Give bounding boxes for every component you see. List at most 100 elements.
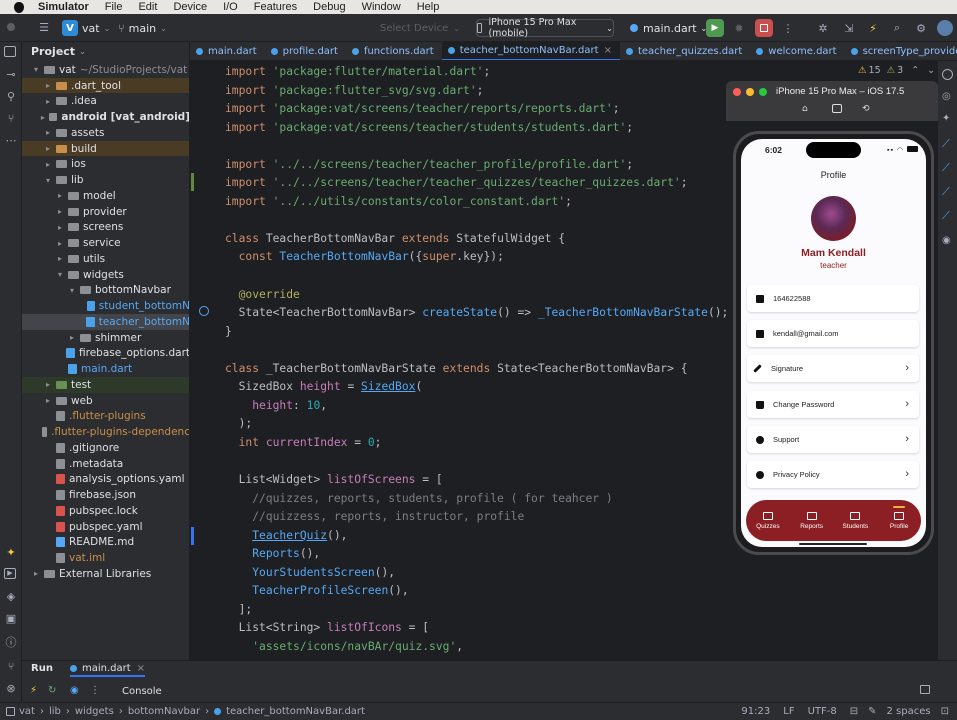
more-tools-icon[interactable]: ⋯ xyxy=(4,134,18,148)
attach-icon[interactable]: ⇲ xyxy=(842,20,856,36)
signature-item[interactable]: Signature › xyxy=(747,355,919,382)
breadcrumb-lib[interactable]: lib xyxy=(49,706,61,717)
tree-item[interactable]: ▸ android [vat_android] xyxy=(22,109,189,125)
chevron-right-icon[interactable]: ▸ xyxy=(46,81,56,90)
tree-item[interactable]: main.dart xyxy=(22,361,189,377)
project-badge[interactable]: V xyxy=(62,20,78,36)
editor-tab[interactable]: screenType_provider.c xyxy=(845,42,957,60)
chevron-right-icon[interactable]: ▸ xyxy=(46,160,56,169)
editor-tab[interactable]: profile.dart xyxy=(265,42,346,60)
devtools-icon[interactable]: ◉ xyxy=(70,685,79,696)
editor-tab[interactable]: main.dart xyxy=(190,42,265,60)
more-icon[interactable]: ⋮ xyxy=(90,685,100,696)
rotate-icon[interactable]: ⟲ xyxy=(862,104,870,114)
ai-assistant-icon[interactable]: ✦ xyxy=(942,113,950,124)
close-icon[interactable]: × xyxy=(137,663,145,674)
database-icon[interactable]: ◎ xyxy=(942,91,951,102)
close-window-button[interactable] xyxy=(733,88,741,96)
flutter-deeplinks-icon[interactable]: ⟋ xyxy=(942,209,950,223)
chevron-right-icon[interactable]: ▸ xyxy=(46,144,56,153)
lock-icon[interactable]: ⊡ xyxy=(941,706,949,717)
run-config-selector[interactable]: main.dart ⌄ xyxy=(630,20,707,36)
chevron-right-icon[interactable]: ▸ xyxy=(58,191,68,200)
line-separator[interactable]: LF xyxy=(783,706,794,717)
chevron-right-icon[interactable]: ▸ xyxy=(46,128,56,137)
tree-item[interactable]: ▾ vat ~/StudioProjects/vat xyxy=(22,62,189,78)
chevron-right-icon[interactable]: ▸ xyxy=(46,380,56,389)
gear-icon[interactable]: ⚙ xyxy=(914,20,928,36)
git-icon[interactable]: ⊗ xyxy=(4,682,18,696)
support-item[interactable]: Support › xyxy=(747,426,919,453)
menu-features[interactable]: Features xyxy=(254,1,297,13)
services-icon[interactable]: ◈ xyxy=(4,590,18,604)
tree-item[interactable]: firebase_options.dart xyxy=(22,346,189,362)
tree-item[interactable]: ▸ assets xyxy=(22,125,189,141)
editor-tab[interactable]: teacher_quizzes.dart xyxy=(620,42,750,60)
chevron-up-icon[interactable]: ⌃ xyxy=(911,65,919,76)
tree-item[interactable]: .flutter-plugins xyxy=(22,409,189,425)
chevron-right-icon[interactable]: ▸ xyxy=(46,97,56,106)
tree-item[interactable]: ▸ model xyxy=(22,188,189,204)
run-panel-icon[interactable]: ▶ xyxy=(4,568,16,579)
chevron-down-icon[interactable]: ▾ xyxy=(58,270,68,279)
breadcrumb-file[interactable]: teacher_bottomNavBar.dart xyxy=(226,706,365,717)
layout-icon[interactable] xyxy=(920,685,930,694)
tree-item[interactable]: .gitignore xyxy=(22,440,189,456)
flutter-devtools-icon[interactable]: ⟋ xyxy=(942,185,950,199)
chevron-down-icon[interactable]: ▾ xyxy=(70,286,80,295)
debug-button[interactable]: ✹ xyxy=(731,20,747,36)
avatar[interactable] xyxy=(937,20,953,36)
zoom-window-button[interactable] xyxy=(759,88,767,96)
inspection-icon[interactable]: ✎ xyxy=(868,706,876,717)
tree-item[interactable]: ▸ .dart_tool xyxy=(22,77,189,94)
target-device-selector[interactable]: iPhone 15 Pro Max (mobile) ⌄ xyxy=(476,17,614,39)
chevron-right-icon[interactable]: ▸ xyxy=(58,254,68,263)
hot-reload-icon[interactable]: ⚡ xyxy=(30,685,37,696)
override-marker-icon[interactable] xyxy=(199,306,209,316)
menu-window[interactable]: Window xyxy=(362,1,401,13)
code-editor[interactable]: import 'package:flutter/material.dart'; i… xyxy=(225,63,740,657)
tree-item[interactable]: analysis_options.yaml xyxy=(22,472,189,488)
chevron-right-icon[interactable]: ▸ xyxy=(58,223,68,232)
commit-icon[interactable]: ⊸ xyxy=(4,68,18,82)
problems-icon[interactable]: ⓘ xyxy=(4,636,18,650)
tree-item[interactable]: pubspec.yaml xyxy=(22,519,189,535)
flutter-inspector-icon[interactable]: ✦ xyxy=(4,546,18,560)
nav-profile[interactable]: Profile xyxy=(881,505,917,530)
menu-io[interactable]: I/O xyxy=(223,1,238,13)
chevron-right-icon[interactable]: ▸ xyxy=(41,113,49,122)
tree-item[interactable]: ▸ service xyxy=(22,235,189,251)
screenshot-icon[interactable] xyxy=(832,104,842,113)
hamburger-menu-icon[interactable]: ☰ xyxy=(38,21,50,34)
change-password-item[interactable]: Change Password › xyxy=(747,391,919,418)
menu-file[interactable]: File xyxy=(105,1,123,13)
tree-item[interactable]: ▸ .idea xyxy=(22,94,189,110)
editor-tab[interactable]: welcome.dart xyxy=(750,42,844,60)
tree-item[interactable]: ▸ utils xyxy=(22,251,189,267)
project-selector[interactable]: vat ⌄ xyxy=(82,20,110,36)
privacy-policy-item[interactable]: Privacy Policy › xyxy=(747,461,919,488)
nav-quizzes[interactable]: Quizzes xyxy=(750,511,786,530)
home-icon[interactable]: ⌂ xyxy=(802,104,808,114)
flutter-performance-icon[interactable]: ⟋ xyxy=(942,161,950,175)
tree-item[interactable]: vat.iml xyxy=(22,550,189,566)
tree-item[interactable]: student_bottomN xyxy=(22,298,189,314)
tree-item[interactable]: firebase.json xyxy=(22,487,189,503)
minimize-window-button[interactable] xyxy=(746,88,754,96)
inspection-widget[interactable]: ⚠ 15 ⚠ 3 ⌃ ⌄ xyxy=(858,61,937,80)
terminal-icon[interactable]: ▣ xyxy=(4,612,18,626)
stop-button[interactable] xyxy=(755,19,773,37)
console-tab[interactable]: Console xyxy=(122,686,162,697)
run-tab[interactable]: main.dart × xyxy=(70,663,146,677)
chevron-right-icon[interactable]: ▸ xyxy=(58,239,68,248)
tree-item[interactable]: ▸ shimmer xyxy=(22,330,189,346)
run-button[interactable]: ▶ xyxy=(706,19,724,37)
hot-reload-icon[interactable]: ⚡ xyxy=(866,20,880,36)
tree-item[interactable]: ▾ lib xyxy=(22,172,189,188)
editor-tab[interactable]: teacher_bottomNavBar.dart × xyxy=(441,42,620,60)
tree-item[interactable]: teacher_bottomN xyxy=(22,314,189,330)
chevron-right-icon[interactable]: ▸ xyxy=(34,569,44,578)
close-icon[interactable]: × xyxy=(604,45,612,56)
branch-selector[interactable]: ⑂ main ⌄ xyxy=(118,20,167,36)
pull-requests-icon[interactable]: ⑂ xyxy=(4,112,18,126)
